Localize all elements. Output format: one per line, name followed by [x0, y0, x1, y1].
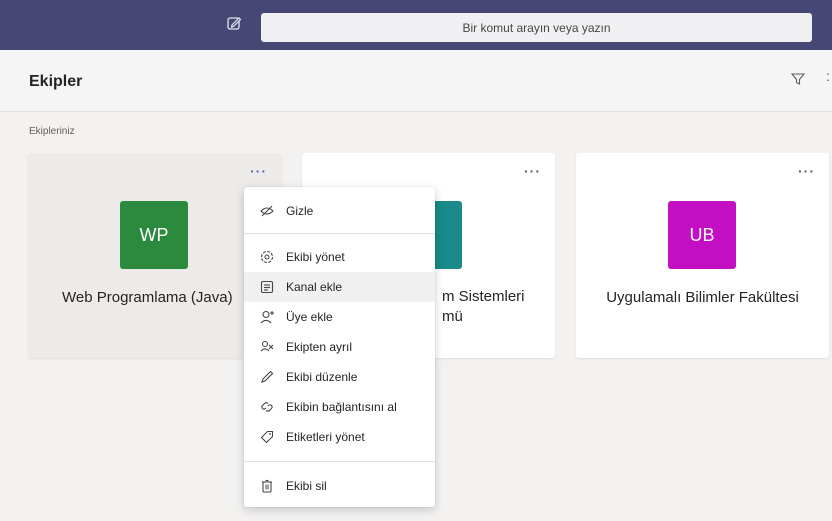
- menu-item-edit-team[interactable]: Ekibi düzenle: [244, 362, 435, 392]
- card-more-button[interactable]: ···: [524, 163, 541, 179]
- menu-item-label: Üye ekle: [286, 310, 333, 324]
- team-name: Uygulamalı Bilimler Fakültesi: [606, 289, 799, 306]
- link-icon: [258, 398, 276, 416]
- filter-button[interactable]: [790, 71, 810, 91]
- team-context-menu: Gizle Ekibi yönet Kanal ekle Üye ekle Ek…: [244, 187, 435, 507]
- card-more-button[interactable]: ···: [250, 163, 267, 179]
- tag-icon: [258, 428, 276, 446]
- team-initials: UB: [689, 224, 715, 245]
- menu-divider: [244, 233, 435, 234]
- menu-divider: [244, 461, 435, 462]
- menu-item-leave-team[interactable]: Ekipten ayrıl: [244, 332, 435, 362]
- menu-item-manage-team[interactable]: Ekibi yönet: [244, 242, 435, 272]
- menu-item-add-channel[interactable]: Kanal ekle: [244, 272, 435, 302]
- filter-icon: [790, 73, 806, 91]
- menu-item-label: Ekipten ayrıl: [286, 340, 353, 354]
- top-bar: Bir komut arayın veya yazın: [0, 0, 832, 50]
- menu-item-hide[interactable]: Gizle: [244, 196, 435, 226]
- hide-icon: [258, 202, 276, 220]
- compose-button[interactable]: [222, 13, 246, 37]
- gear-icon: [258, 248, 276, 266]
- command-search-input[interactable]: Bir komut arayın veya yazın: [261, 13, 812, 42]
- edit-icon: [258, 368, 276, 386]
- leave-team-icon: [258, 338, 276, 356]
- menu-item-label: Etiketleri yönet: [286, 430, 365, 444]
- channel-add-icon: [258, 278, 276, 296]
- menu-item-delete-team[interactable]: Ekibi sil: [244, 471, 435, 501]
- menu-item-label: Ekibi sil: [286, 479, 327, 493]
- team-name-line1: m Sistemleri: [442, 288, 525, 305]
- trash-icon: [258, 477, 276, 495]
- card-more-button[interactable]: ···: [798, 163, 815, 179]
- menu-item-label: Ekibin bağlantısını al: [286, 400, 397, 414]
- menu-item-label: Ekibi düzenle: [286, 370, 358, 384]
- menu-item-label: Ekibi yönet: [286, 250, 345, 264]
- menu-item-label: Kanal ekle: [286, 280, 343, 294]
- menu-item-get-link[interactable]: Ekibin bağlantısını al: [244, 392, 435, 422]
- team-name-line2: mü: [442, 308, 463, 325]
- page-header: Ekipler :: [0, 50, 832, 112]
- team-card-ub[interactable]: ··· UB Uygulamalı Bilimler Fakültesi: [576, 153, 829, 358]
- menu-item-add-member[interactable]: Üye ekle: [244, 302, 435, 332]
- team-avatar: WP: [120, 201, 188, 269]
- more-options-icon[interactable]: :: [826, 68, 830, 84]
- menu-item-manage-tags[interactable]: Etiketleri yönet: [244, 422, 435, 452]
- add-member-icon: [258, 308, 276, 326]
- search-placeholder: Bir komut arayın veya yazın: [462, 20, 611, 35]
- section-label: Ekipleriniz: [29, 126, 75, 137]
- compose-icon: [226, 15, 242, 36]
- menu-item-label: Gizle: [286, 204, 314, 218]
- page-title: Ekipler: [29, 73, 83, 90]
- team-avatar: UB: [668, 201, 736, 269]
- team-initials: WP: [139, 224, 169, 245]
